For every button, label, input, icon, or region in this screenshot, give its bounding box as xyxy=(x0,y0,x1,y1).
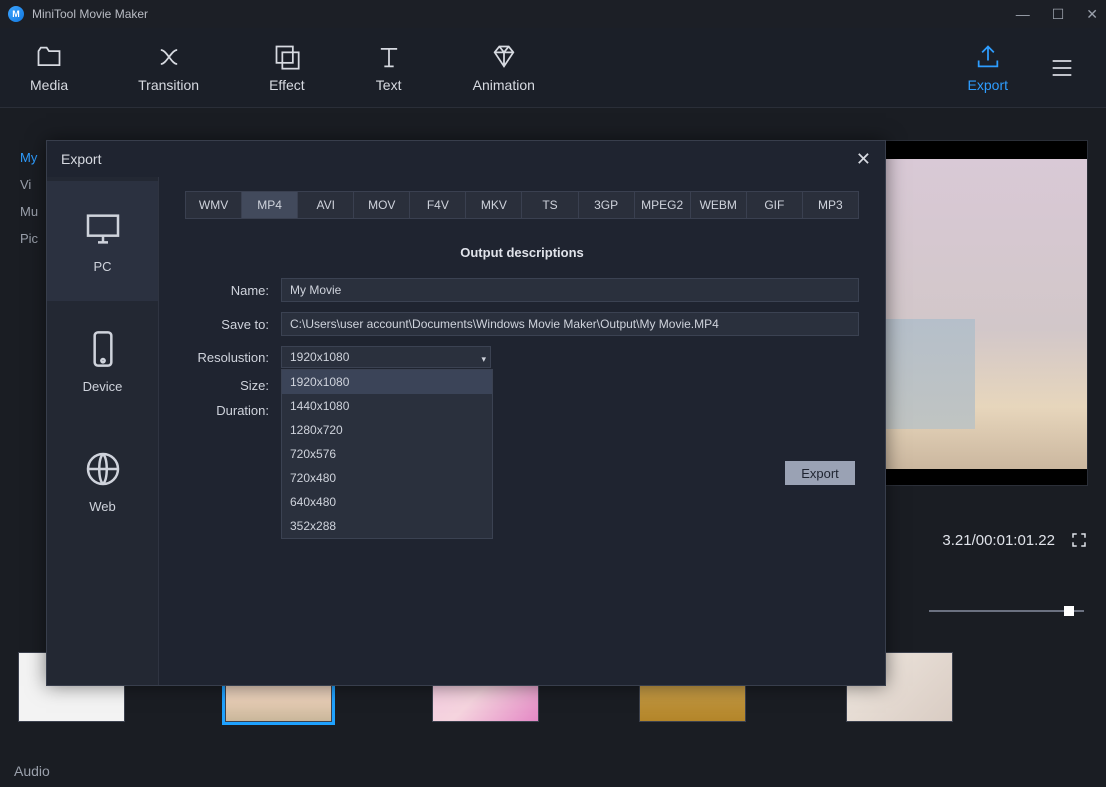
modal-title-text: Export xyxy=(61,151,101,167)
category-music[interactable]: Mu xyxy=(20,204,38,219)
preview-info: 3.21/00:01:01.22 xyxy=(878,510,1088,570)
category-my[interactable]: My xyxy=(20,150,38,165)
size-label: Size: xyxy=(185,378,281,393)
toolbar-animation[interactable]: Animation xyxy=(473,43,535,93)
main-toolbar: Media Transition Effect Text Animation E… xyxy=(0,28,1106,108)
format-tab-mp3[interactable]: MP3 xyxy=(803,192,858,218)
modal-header: Export ✕ xyxy=(47,141,885,177)
output-descriptions-heading: Output descriptions xyxy=(185,245,859,260)
preview-time: 3.21/00:01:01.22 xyxy=(942,532,1055,549)
side-device-label: Device xyxy=(83,379,123,394)
folder-icon xyxy=(35,43,63,71)
format-tab-mkv[interactable]: MKV xyxy=(466,192,522,218)
text-icon xyxy=(375,43,403,71)
toolbar-text[interactable]: Text xyxy=(375,43,403,93)
transition-icon xyxy=(155,43,183,71)
resolution-label: Resolustion: xyxy=(185,350,281,365)
saveto-label: Save to: xyxy=(185,317,281,332)
fullscreen-icon[interactable] xyxy=(1070,531,1088,549)
duration-label: Duration: xyxy=(185,403,281,418)
maximize-button[interactable]: ☐ xyxy=(1052,6,1065,23)
format-tab-mov[interactable]: MOV xyxy=(354,192,410,218)
saveto-input[interactable]: C:\Users\user account\Documents\Windows … xyxy=(281,312,859,336)
name-input[interactable]: My Movie xyxy=(281,278,859,302)
toolbar-export[interactable]: Export xyxy=(968,43,1008,93)
toolbar-effect-label: Effect xyxy=(269,77,305,93)
minimize-button[interactable]: — xyxy=(1016,6,1030,23)
diamond-icon xyxy=(490,43,518,71)
resolution-select[interactable]: 1920x1080 ▾ 1920x10801440x10801280x72072… xyxy=(281,346,491,368)
export-content: WMVMP4AVIMOVF4VMKVTS3GPMPEG2WEBMGIFMP3 O… xyxy=(159,177,885,685)
title-bar: M MiniTool Movie Maker — ☐ ✕ xyxy=(0,0,1106,28)
format-tab-webm[interactable]: WEBM xyxy=(691,192,747,218)
side-web-label: Web xyxy=(89,499,116,514)
format-tab-ts[interactable]: TS xyxy=(522,192,578,218)
name-label: Name: xyxy=(185,283,281,298)
resolution-option[interactable]: 1440x1080 xyxy=(282,394,492,418)
format-tab-3gp[interactable]: 3GP xyxy=(579,192,635,218)
toolbar-effect[interactable]: Effect xyxy=(269,43,305,93)
side-pc-label: PC xyxy=(93,259,111,274)
web-icon xyxy=(83,449,123,489)
resolution-option[interactable]: 640x480 xyxy=(282,490,492,514)
dropdown-caret-icon: ▾ xyxy=(481,349,486,369)
toolbar-transition-label: Transition xyxy=(138,77,199,93)
format-tab-gif[interactable]: GIF xyxy=(747,192,803,218)
side-pc[interactable]: PC xyxy=(47,181,158,301)
preview-image xyxy=(883,159,1087,469)
format-tab-f4v[interactable]: F4V xyxy=(410,192,466,218)
audio-track-label: Audio xyxy=(14,763,50,779)
resolution-option[interactable]: 1280x720 xyxy=(282,418,492,442)
format-tab-avi[interactable]: AVI xyxy=(298,192,354,218)
export-icon xyxy=(974,43,1002,71)
toolbar-transition[interactable]: Transition xyxy=(138,43,199,93)
format-tabs: WMVMP4AVIMOVF4VMKVTS3GPMPEG2WEBMGIFMP3 xyxy=(185,191,859,219)
side-web[interactable]: Web xyxy=(47,421,158,541)
toolbar-animation-label: Animation xyxy=(473,77,535,93)
zoom-slider[interactable] xyxy=(929,604,1084,618)
category-video[interactable]: Vi xyxy=(20,177,38,192)
window-controls: — ☐ ✕ xyxy=(1016,6,1098,23)
zoom-track xyxy=(929,610,1084,612)
resolution-option[interactable]: 720x576 xyxy=(282,442,492,466)
toolbar-menu[interactable] xyxy=(1048,54,1076,82)
preview-water xyxy=(883,319,975,429)
toolbar-media-label: Media xyxy=(30,77,68,93)
category-list: My Vi Mu Pic xyxy=(20,150,38,258)
format-tab-mpeg2[interactable]: MPEG2 xyxy=(635,192,691,218)
export-sidebar: PC Device Web xyxy=(47,177,159,685)
hamburger-icon xyxy=(1048,54,1076,82)
pc-icon xyxy=(83,209,123,249)
category-picture[interactable]: Pic xyxy=(20,231,38,246)
resolution-dropdown: 1920x10801440x10801280x720720x576720x480… xyxy=(281,369,493,539)
toolbar-media[interactable]: Media xyxy=(30,43,68,93)
toolbar-export-label: Export xyxy=(968,77,1008,93)
resolution-option[interactable]: 1920x1080 xyxy=(282,370,492,394)
export-modal: Export ✕ PC Device Web WMVMP4AVIMOVF4VMK… xyxy=(46,140,886,686)
format-tab-mp4[interactable]: MP4 xyxy=(242,192,298,218)
format-tab-wmv[interactable]: WMV xyxy=(186,192,242,218)
app-title: MiniTool Movie Maker xyxy=(32,7,1016,21)
close-button[interactable]: ✕ xyxy=(1086,6,1098,23)
device-icon xyxy=(83,329,123,369)
resolution-value: 1920x1080 xyxy=(290,350,349,364)
resolution-option[interactable]: 720x480 xyxy=(282,466,492,490)
preview-panel xyxy=(882,140,1088,486)
zoom-handle[interactable] xyxy=(1064,606,1074,616)
toolbar-text-label: Text xyxy=(376,77,402,93)
export-button[interactable]: Export xyxy=(785,461,855,485)
app-logo-icon: M xyxy=(8,6,24,22)
resolution-option[interactable]: 352x288 xyxy=(282,514,492,538)
modal-close-button[interactable]: ✕ xyxy=(856,149,871,170)
side-device[interactable]: Device xyxy=(47,301,158,421)
effect-icon xyxy=(273,43,301,71)
